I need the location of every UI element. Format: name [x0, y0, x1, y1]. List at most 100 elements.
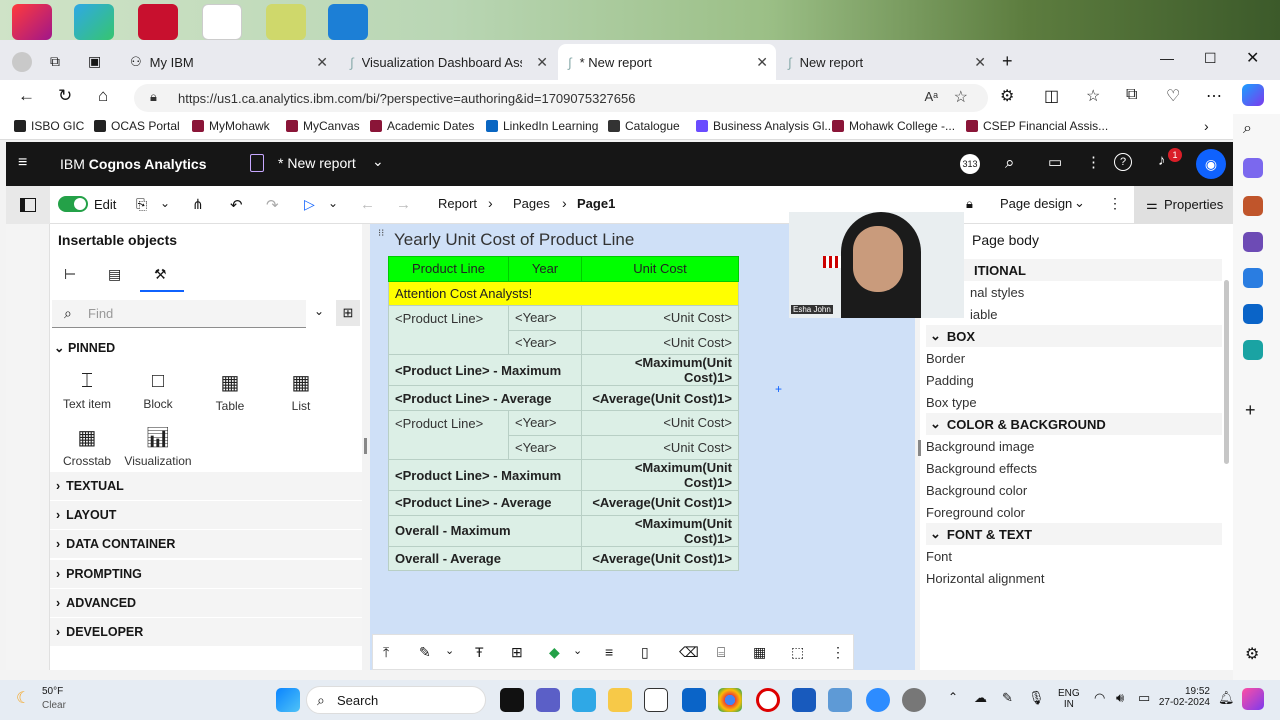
style-picker-icon[interactable]: ✎ [419, 644, 431, 661]
chevron-down-icon[interactable]: ⌄ [445, 644, 454, 657]
sidebar-toggle[interactable] [6, 186, 50, 224]
table-cell[interactable]: <Product Line> [388, 409, 509, 461]
section-developer[interactable]: › DEVELOPER [50, 618, 362, 646]
property-foreground-color[interactable]: Foreground color [926, 505, 1025, 520]
more-icon[interactable]: ⋯ [1206, 86, 1222, 106]
fill-color-icon[interactable]: ◆ [549, 644, 560, 661]
creative-cloud-icon[interactable] [12, 4, 52, 40]
search-input[interactable]: ⌕ Find [52, 300, 306, 328]
sidebar-app-icon[interactable] [1243, 158, 1263, 178]
settings-taskbar-icon[interactable] [902, 688, 926, 712]
favorite-star-icon[interactable]: ☆ [954, 87, 968, 107]
sidebar-m365-icon[interactable] [1243, 268, 1263, 288]
edge-taskbar-icon[interactable] [572, 688, 596, 712]
table-cell[interactable]: <Product Line> - Maximum [388, 459, 582, 492]
profile-icon[interactable] [12, 52, 32, 72]
chevron-down-icon[interactable]: ⌄ [372, 153, 384, 170]
browser-essentials-icon[interactable]: ♡ [1166, 86, 1180, 106]
align-icon[interactable]: ≡ [605, 644, 613, 660]
favorites-icon[interactable]: ☆ [1086, 86, 1100, 106]
hamburger-menu-icon[interactable]: ≡ [18, 154, 27, 172]
table-cell[interactable]: <Year> [508, 434, 582, 461]
copilot-icon[interactable] [1242, 84, 1264, 106]
bookmark-item[interactable]: Business Analysis Gl... [696, 119, 834, 133]
border-icon[interactable]: ⊞ [511, 644, 523, 661]
table-cell[interactable]: <Product Line> - Average [388, 490, 582, 516]
new-tab-button[interactable]: + [1002, 51, 1013, 72]
properties-scrollbar[interactable] [1224, 280, 1229, 464]
outlook-taskbar-icon[interactable] [682, 688, 706, 712]
overflow-icon[interactable]: ⋮ [1108, 195, 1122, 212]
start-button[interactable] [276, 688, 300, 712]
user-avatar[interactable]: ◉ [1196, 149, 1226, 179]
chevron-down-icon[interactable]: ⌄ [573, 644, 582, 657]
sidebar-send-icon[interactable] [1243, 340, 1263, 360]
outlook-icon[interactable] [1243, 304, 1263, 324]
property-box-type[interactable]: Box type [926, 395, 977, 410]
pinned-section[interactable]: ⌄ PINNED [54, 340, 115, 355]
close-icon[interactable]: ✕ [536, 54, 548, 71]
visualization-object[interactable]: 📊︎ Visualization [123, 425, 193, 468]
table-cell[interactable]: <Year> [508, 409, 582, 436]
text-item-object[interactable]: ⌶ Text item [52, 370, 122, 411]
bookmark-item[interactable]: LinkedIn Learning [486, 119, 598, 133]
table-cell[interactable]: <Product Line> - Average [388, 385, 582, 411]
minimize-button[interactable]: — [1160, 50, 1174, 66]
font-text-section[interactable]: ⌄ FONT & TEXT [926, 523, 1222, 545]
eraser-icon[interactable]: ⌫ [679, 644, 699, 661]
redo-icon[interactable]: ↷ [266, 196, 279, 214]
search-icon[interactable]: ⌕ [1243, 120, 1252, 138]
data-items-icon[interactable]: ▤ [108, 266, 121, 283]
bookmark-item[interactable]: CSEP Financial Assis... [966, 119, 1108, 133]
drag-handle-icon[interactable]: ⁝⁝ [378, 228, 384, 239]
file-explorer-icon[interactable] [608, 688, 632, 712]
header-unit-cost[interactable]: Unit Cost [581, 256, 739, 282]
extensions-icon[interactable]: ⚙ [1000, 86, 1014, 106]
workspaces-icon[interactable]: ⧉ [50, 53, 60, 70]
table-cell[interactable]: Overall - Maximum [388, 514, 582, 547]
color-background-section[interactable]: ⌄ COLOR & BACKGROUND [926, 413, 1222, 435]
chat-icon[interactable]: ▭ [1048, 153, 1062, 171]
opera-icon[interactable] [756, 688, 780, 712]
breadcrumb-pages[interactable]: Pages [513, 196, 550, 211]
select-ancestor-icon[interactable]: ⤒ [383, 644, 389, 661]
sidebar-tools-icon[interactable] [1243, 196, 1263, 216]
tab-my-ibm[interactable]: ⚇ My IBM ✕ [120, 47, 336, 77]
word-icon[interactable] [792, 688, 816, 712]
undo-icon[interactable]: ↶ [230, 196, 243, 214]
photos-icon[interactable] [828, 688, 852, 712]
bookmark-item[interactable]: MyMohawk [192, 119, 270, 133]
select-frame-icon[interactable]: ⬚ [791, 644, 804, 661]
table-cell[interactable]: <Unit Cost> [581, 329, 739, 356]
table-cell[interactable]: <Year> [508, 305, 582, 331]
maximize-button[interactable]: ☐ [1204, 50, 1217, 67]
section-layout[interactable]: › LAYOUT [50, 501, 362, 529]
back-icon[interactable]: ← [18, 86, 35, 106]
report-title[interactable]: Yearly Unit Cost of Product Line [394, 230, 634, 250]
table-cell[interactable]: <Average(Unit Cost)1> [581, 545, 739, 572]
bookmark-item[interactable]: OCAS Portal [94, 119, 180, 133]
zoom-icon[interactable] [866, 688, 890, 712]
crosstab-object[interactable]: ▦ Crosstab [52, 425, 122, 468]
section-prompting[interactable]: › PROMPTING [50, 560, 362, 588]
grid-view-icon[interactable]: ⊞ [336, 300, 360, 326]
language-indicator[interactable]: ENG IN [1058, 688, 1080, 710]
report-list-table[interactable]: Product Line Year Unit Cost Attention Co… [388, 256, 739, 572]
breadcrumb-page1[interactable]: Page1 [577, 196, 615, 211]
tab-actions-icon[interactable]: ▣ [88, 53, 101, 70]
bookmark-item[interactable]: MyCanvas [286, 119, 360, 133]
chevron-down-icon[interactable]: ⌄ [328, 196, 338, 210]
chevron-up-icon[interactable]: ⌃ [948, 690, 958, 704]
split-screen-icon[interactable]: ◫ [1044, 86, 1059, 106]
share-icon[interactable]: ⋔ [192, 196, 204, 213]
block-object[interactable]: □ Block [123, 370, 193, 411]
section-data-container[interactable]: › DATA CONTAINER [50, 530, 362, 558]
chevron-right-icon[interactable]: › [1204, 118, 1209, 134]
attention-banner[interactable]: Attention Cost Analysts! [388, 280, 739, 307]
teams-icon[interactable] [536, 688, 560, 712]
section-advanced[interactable]: › ADVANCED [50, 589, 362, 617]
toolbox-icon[interactable]: ⚒ [154, 266, 167, 283]
table-cell[interactable]: <Average(Unit Cost)1> [581, 385, 739, 411]
read-aloud-icon[interactable]: Aᵃ [924, 89, 938, 104]
list-object[interactable]: ▦ List [266, 370, 336, 413]
